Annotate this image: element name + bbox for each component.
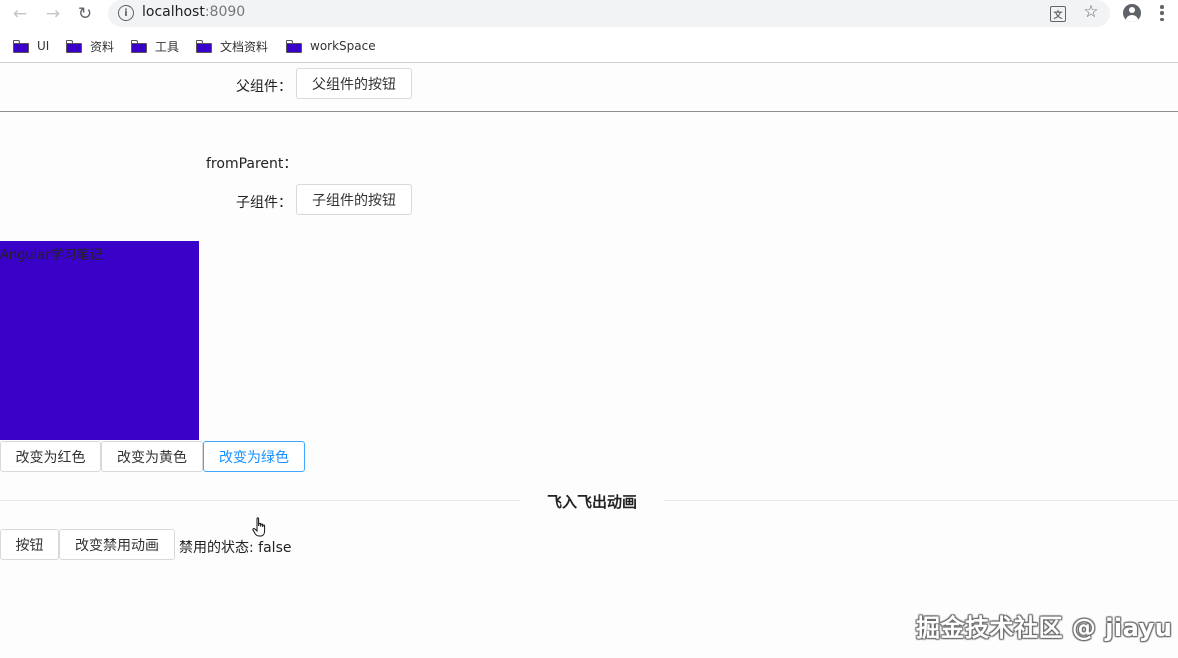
change-yellow-button[interactable]: 改变为黄色 [101, 441, 203, 472]
watermark-text: 掘金技术社区 @ jiayu [916, 614, 1173, 642]
page-content: 父组件： 父组件的按钮 fromParent： 子组件： 子组件的按钮 Angu… [0, 63, 1178, 658]
back-arrow-icon[interactable]: ← [9, 3, 31, 25]
profile-icon[interactable] [1123, 4, 1141, 22]
forward-arrow-icon[interactable]: → [42, 3, 64, 25]
address-bar[interactable]: i localhost:8090 文 ☆ [108, 0, 1110, 27]
star-icon[interactable]: ☆ [1082, 2, 1100, 22]
disabled-status-text: 禁用的状态: false [179, 540, 292, 556]
parent-label: 父组件： [236, 79, 292, 95]
bookmark-label: 资料 [90, 39, 115, 54]
url-host: localhost [142, 4, 205, 20]
browser-toolbar: ← → ↻ i localhost:8090 文 ☆ [0, 0, 1178, 28]
bookmark-workspace[interactable]: workSpace [286, 37, 376, 55]
folder-icon [286, 40, 302, 53]
url-port: :8090 [204, 4, 246, 20]
change-green-button[interactable]: 改变为绿色 [203, 441, 305, 472]
divider [0, 111, 1178, 112]
bookmark-docs[interactable]: 文档资料 [196, 37, 268, 55]
bookmark-ui[interactable]: UI [13, 37, 49, 55]
color-box: Angular学习笔记 [0, 241, 199, 440]
bookmarks-bar: UI 资料 工具 文档资料 workSpace [0, 28, 1178, 63]
hand-cursor-icon [252, 517, 266, 537]
bookmark-label: workSpace [310, 39, 376, 53]
change-red-button[interactable]: 改变为红色 [0, 441, 101, 472]
section-title: 飞入飞出动画 [546, 493, 637, 511]
bookmark-label: 工具 [155, 39, 180, 54]
folder-icon [66, 40, 82, 53]
folder-icon [196, 40, 212, 53]
bookmark-label: 文档资料 [220, 39, 269, 54]
toggle-disable-animation-button[interactable]: 改变禁用动画 [59, 529, 175, 560]
translate-icon[interactable]: 文 [1050, 6, 1066, 22]
color-box-text: Angular学习笔记 [0, 248, 103, 263]
parent-button[interactable]: 父组件的按钮 [296, 68, 412, 99]
folder-icon [13, 40, 29, 53]
folder-icon [131, 40, 147, 53]
child-label: 子组件： [236, 195, 292, 211]
child-button[interactable]: 子组件的按钮 [296, 184, 412, 215]
animated-button[interactable]: 按钮 [0, 529, 59, 560]
from-parent-label: fromParent： [206, 156, 298, 172]
bookmark-label: UI [37, 39, 50, 53]
url-text[interactable]: localhost:8090 [142, 4, 245, 20]
bookmark-tools[interactable]: 工具 [131, 37, 179, 55]
reload-icon[interactable]: ↻ [74, 3, 96, 25]
info-icon[interactable]: i [118, 5, 134, 21]
bookmark-resources[interactable]: 资料 [66, 37, 114, 55]
menu-icon[interactable] [1160, 5, 1164, 21]
section-divider-right [664, 500, 1178, 501]
section-divider-left [0, 500, 520, 501]
